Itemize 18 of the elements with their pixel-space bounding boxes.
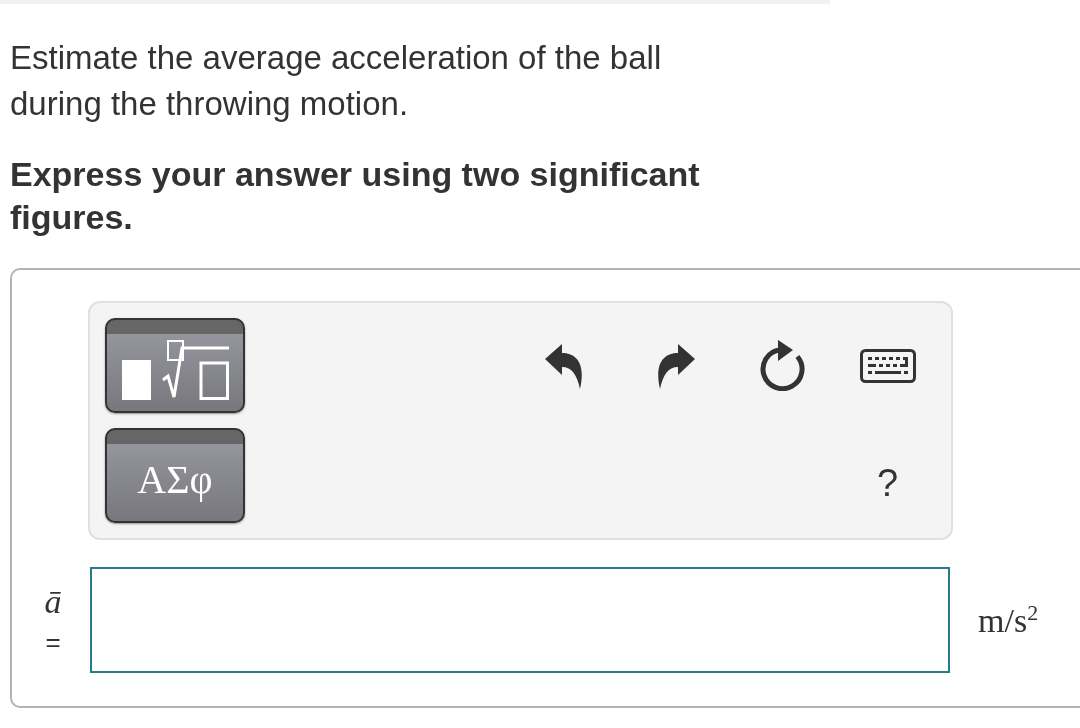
help-button[interactable]: ? — [876, 462, 899, 503]
template-icon — [121, 339, 229, 400]
question-text: Estimate the average acceleration of the ball during the throwing motion. — [10, 38, 663, 124]
redo-button[interactable] — [655, 342, 695, 389]
greek-letters-button[interactable]: ΑΣφ — [105, 428, 245, 523]
keyboard-button[interactable] — [859, 348, 916, 383]
undo-button[interactable] — [545, 342, 585, 389]
reset-button[interactable] — [760, 340, 805, 391]
reset-icon — [760, 340, 805, 391]
instruction-text: Express your answer using two significant figures. — [10, 154, 701, 238]
equals-sign: = — [45, 628, 61, 656]
redo-icon — [655, 342, 695, 389]
keyboard-icon — [859, 348, 916, 383]
templates-button[interactable] — [105, 318, 245, 413]
variable-label: ā — [44, 584, 62, 620]
answer-field[interactable] — [90, 567, 950, 673]
units-label: m/s$^{2}$ — [978, 599, 1039, 641]
undo-icon — [545, 342, 585, 389]
